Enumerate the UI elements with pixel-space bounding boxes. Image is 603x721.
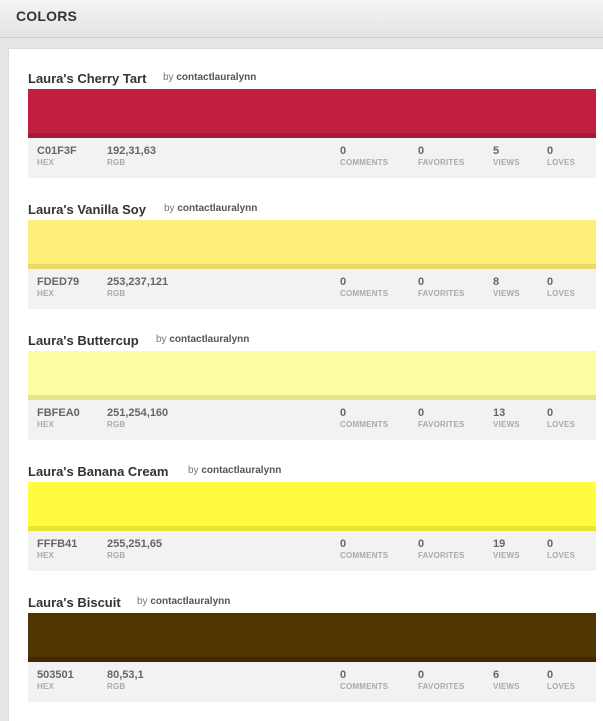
by-label: by (137, 596, 148, 607)
views-stat: 13 VIEWS (493, 407, 520, 429)
color-meta: 503501 HEX 80,53,1 RGB 0 COMMENTS 0 FAVORITE… (28, 662, 596, 702)
comments-stat[interactable]: 0 COMMENTS (340, 276, 388, 299)
rgb-stat: 253,237,121 RGB (107, 276, 169, 298)
page-header: COLORS (0, 0, 603, 38)
color-meta: FBFEA0 HEX 251,254,160 RGB 0 COMMENTS 0 FAVO… (28, 400, 596, 440)
comments-stat[interactable]: 0 COMMENTS (340, 669, 388, 692)
color-author: by contactlauralynn (188, 465, 281, 476)
favorites-stat[interactable]: 0 FAVORITES (418, 407, 465, 430)
color-author: by contactlauralynn (163, 72, 256, 83)
comments-stat[interactable]: 0 COMMENTS (340, 538, 388, 561)
favorites-stat[interactable]: 0 FAVORITES (418, 276, 465, 299)
views-stat: 8 VIEWS (493, 276, 520, 298)
color-swatch[interactable] (28, 482, 596, 526)
favorites-stat[interactable]: 0 FAVORITES (418, 145, 465, 168)
colors-panel: Laura's Cherry Tart by contactlauralynn … (8, 48, 603, 721)
by-label: by (164, 203, 175, 214)
color-item: Laura's Cherry Tart by contactlauralynn … (28, 69, 596, 178)
color-title-link[interactable]: Laura's Cherry Tart (28, 71, 146, 86)
loves-stat[interactable]: 0 LOVES (547, 276, 575, 299)
color-title-link[interactable]: Laura's Buttercup (28, 333, 139, 348)
views-stat: 5 VIEWS (493, 145, 520, 167)
comments-stat[interactable]: 0 COMMENTS (340, 145, 388, 168)
page-title: COLORS (16, 8, 78, 24)
color-title-link[interactable]: Laura's Banana Cream (28, 464, 168, 479)
views-stat: 19 VIEWS (493, 538, 520, 560)
rgb-stat: 80,53,1 RGB (107, 669, 144, 691)
color-author: by contactlauralynn (137, 596, 230, 607)
by-label: by (188, 465, 199, 476)
loves-stat[interactable]: 0 LOVES (547, 407, 575, 430)
favorites-stat[interactable]: 0 FAVORITES (418, 669, 465, 692)
color-meta: FFFB41 HEX 255,251,65 RGB 0 COMMENTS 0 FAVOR… (28, 531, 596, 571)
rgb-stat: 251,254,160 RGB (107, 407, 169, 429)
color-meta: C01F3F HEX 192,31,63 RGB 0 COMMENTS 0 FAVORI… (28, 138, 596, 178)
color-title-link[interactable]: Laura's Vanilla Soy (28, 202, 146, 217)
author-link[interactable]: contactlauralynn (169, 334, 249, 345)
color-meta: FDED79 HEX 253,237,121 RGB 0 COMMENTS 0 FAVO… (28, 269, 596, 309)
hex-stat: 503501 HEX (37, 669, 74, 691)
color-author: by contactlauralynn (156, 334, 249, 345)
comments-stat[interactable]: 0 COMMENTS (340, 407, 388, 430)
rgb-stat: 255,251,65 RGB (107, 538, 163, 560)
favorites-stat[interactable]: 0 FAVORITES (418, 538, 465, 561)
author-link[interactable]: contactlauralynn (176, 72, 256, 83)
color-item: Laura's Banana Cream by contactlauralynn… (28, 462, 596, 571)
author-link[interactable]: contactlauralynn (177, 203, 257, 214)
color-swatch[interactable] (28, 613, 596, 657)
loves-stat[interactable]: 0 LOVES (547, 669, 575, 692)
by-label: by (156, 334, 167, 345)
hex-stat: FFFB41 HEX (37, 538, 78, 560)
views-stat: 6 VIEWS (493, 669, 520, 691)
hex-stat: FDED79 HEX (37, 276, 80, 298)
color-item: Laura's Buttercup by contactlauralynn FB… (28, 331, 596, 440)
hex-stat: FBFEA0 HEX (37, 407, 80, 429)
author-link[interactable]: contactlauralynn (201, 465, 281, 476)
color-swatch[interactable] (28, 351, 596, 395)
color-item: Laura's Biscuit by contactlauralynn 5035… (28, 593, 596, 702)
color-swatch[interactable] (28, 220, 596, 264)
loves-stat[interactable]: 0 LOVES (547, 538, 575, 561)
color-title-link[interactable]: Laura's Biscuit (28, 595, 121, 610)
hex-stat: C01F3F HEX (37, 145, 77, 167)
color-item: Laura's Vanilla Soy by contactlauralynn … (28, 200, 596, 309)
loves-stat[interactable]: 0 LOVES (547, 145, 575, 168)
author-link[interactable]: contactlauralynn (150, 596, 230, 607)
color-swatch[interactable] (28, 89, 596, 133)
color-author: by contactlauralynn (164, 203, 257, 214)
by-label: by (163, 72, 174, 83)
rgb-stat: 192,31,63 RGB (107, 145, 156, 167)
